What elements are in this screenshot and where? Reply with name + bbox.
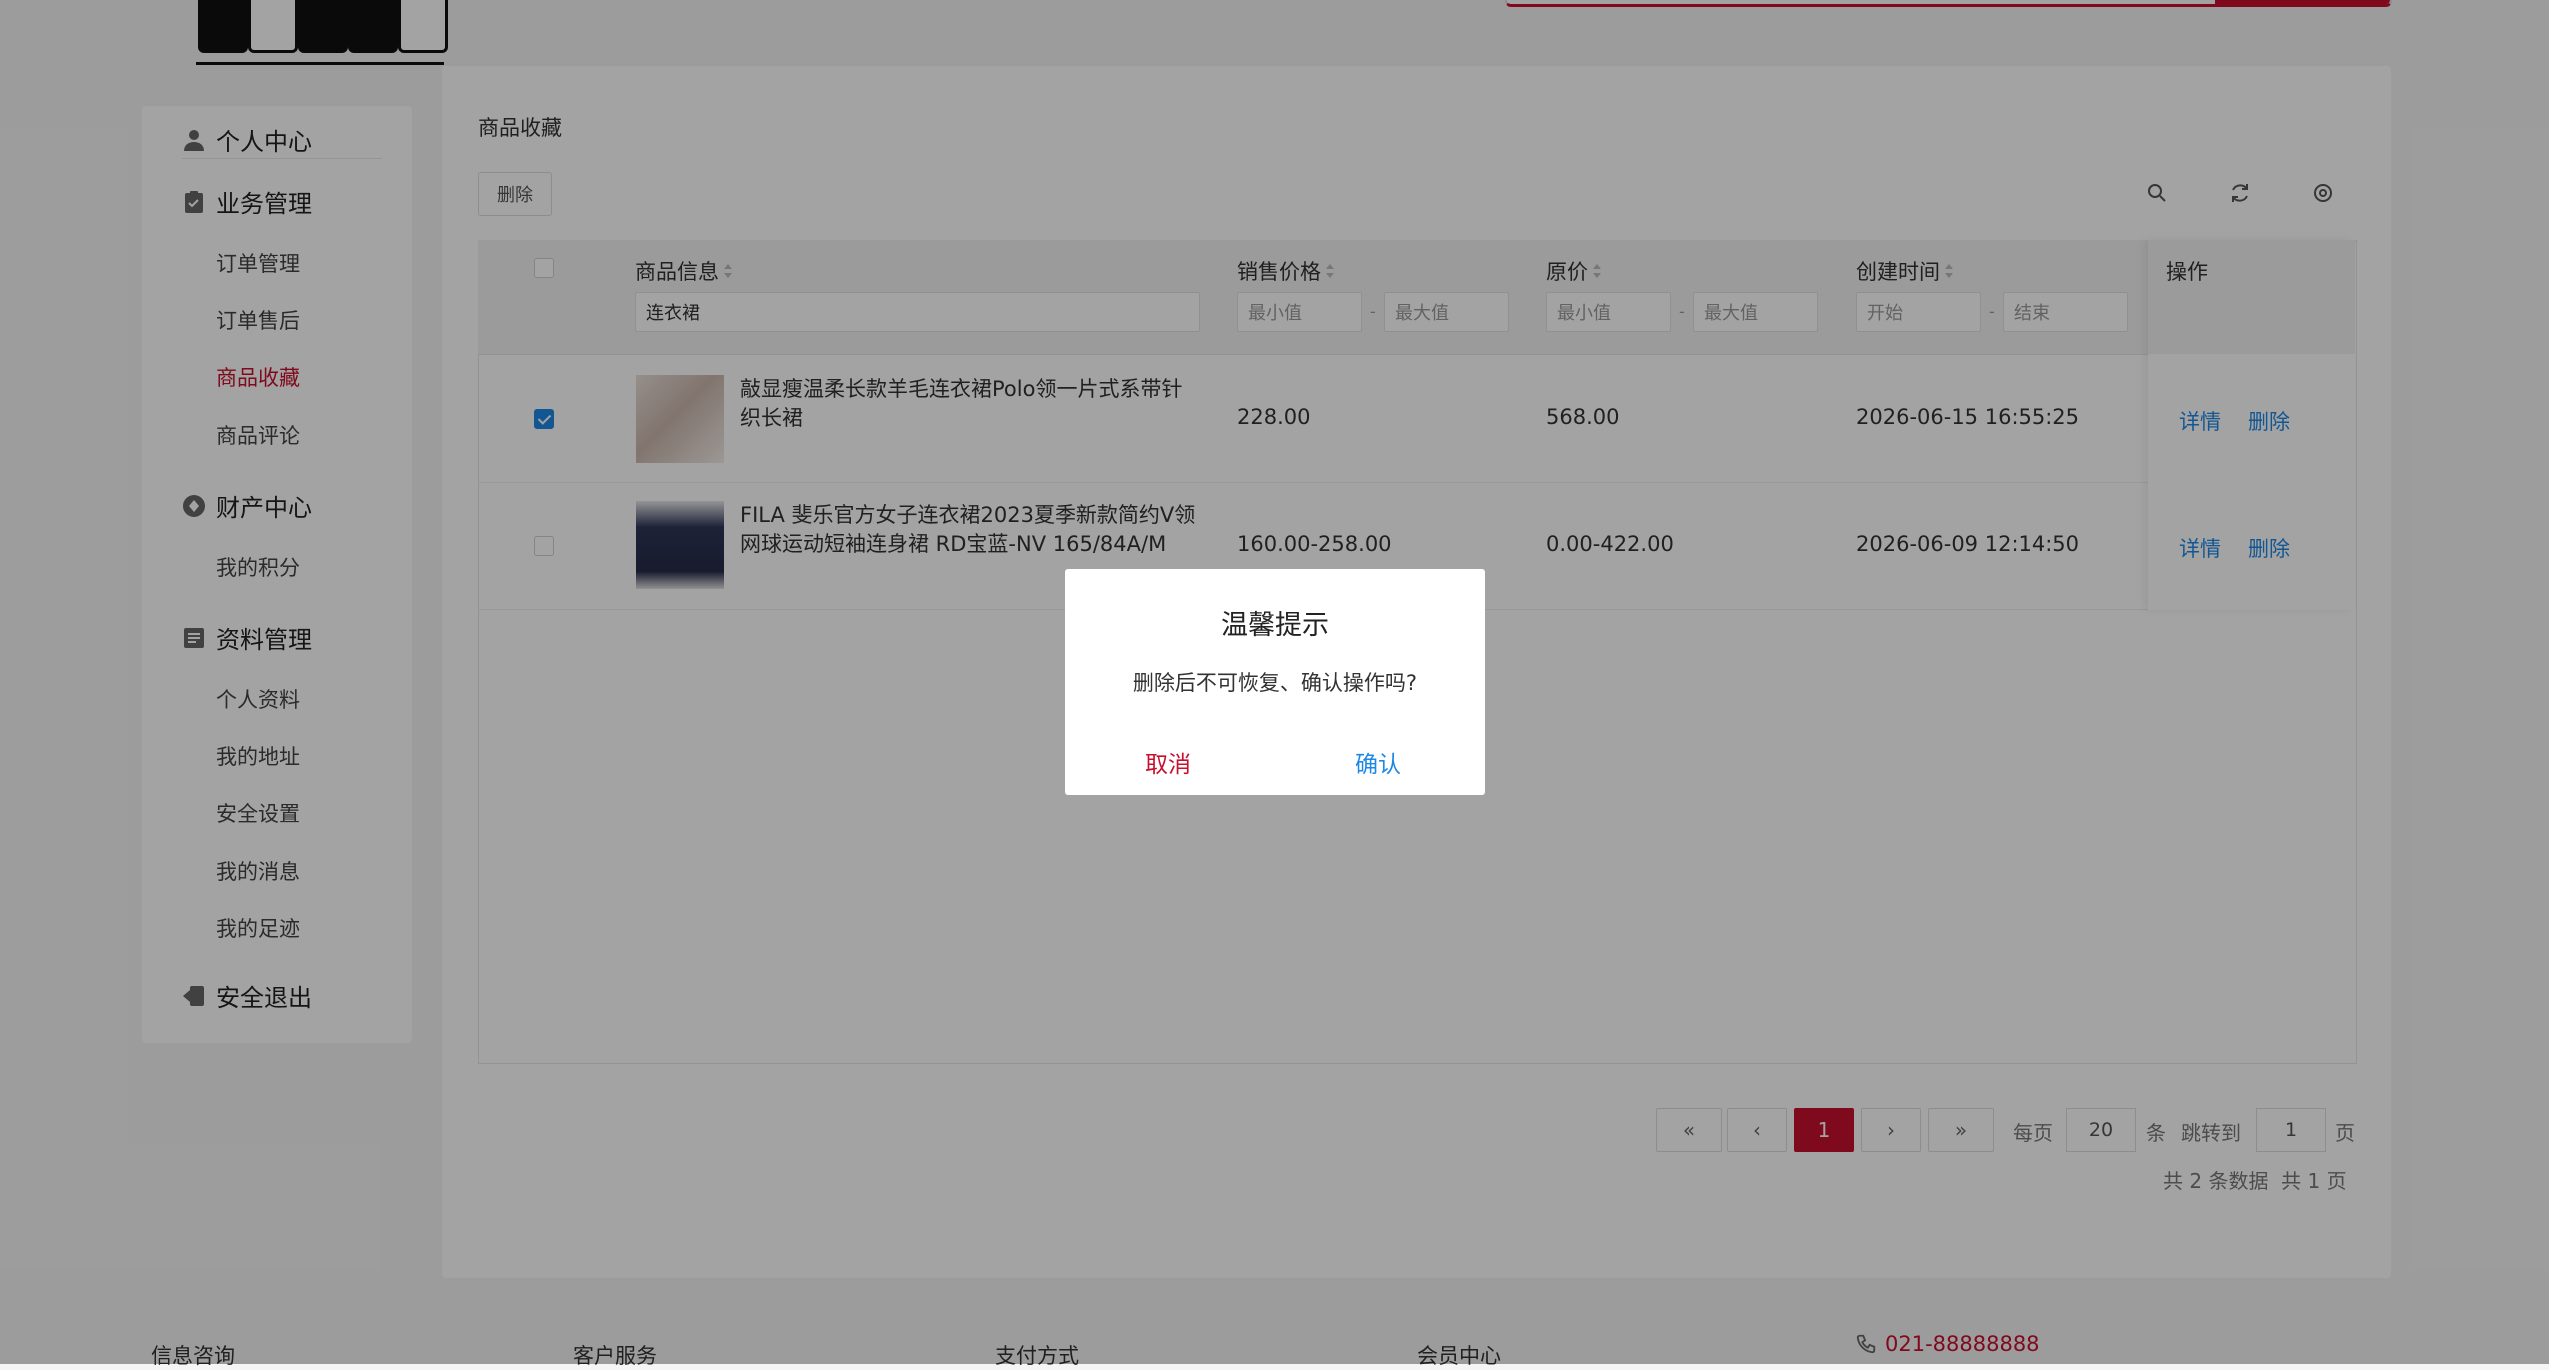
confirm-button[interactable]: 确认: [1355, 745, 1401, 779]
dialog-title: 温馨提示: [1221, 610, 1329, 641]
cancel-button[interactable]: 取消: [1145, 745, 1191, 779]
confirm-dialog: 温馨提示 删除后不可恢复、确认操作吗? 取消 确认: [1065, 569, 1485, 795]
dialog-message: 删除后不可恢复、确认操作吗?: [1132, 671, 1418, 695]
